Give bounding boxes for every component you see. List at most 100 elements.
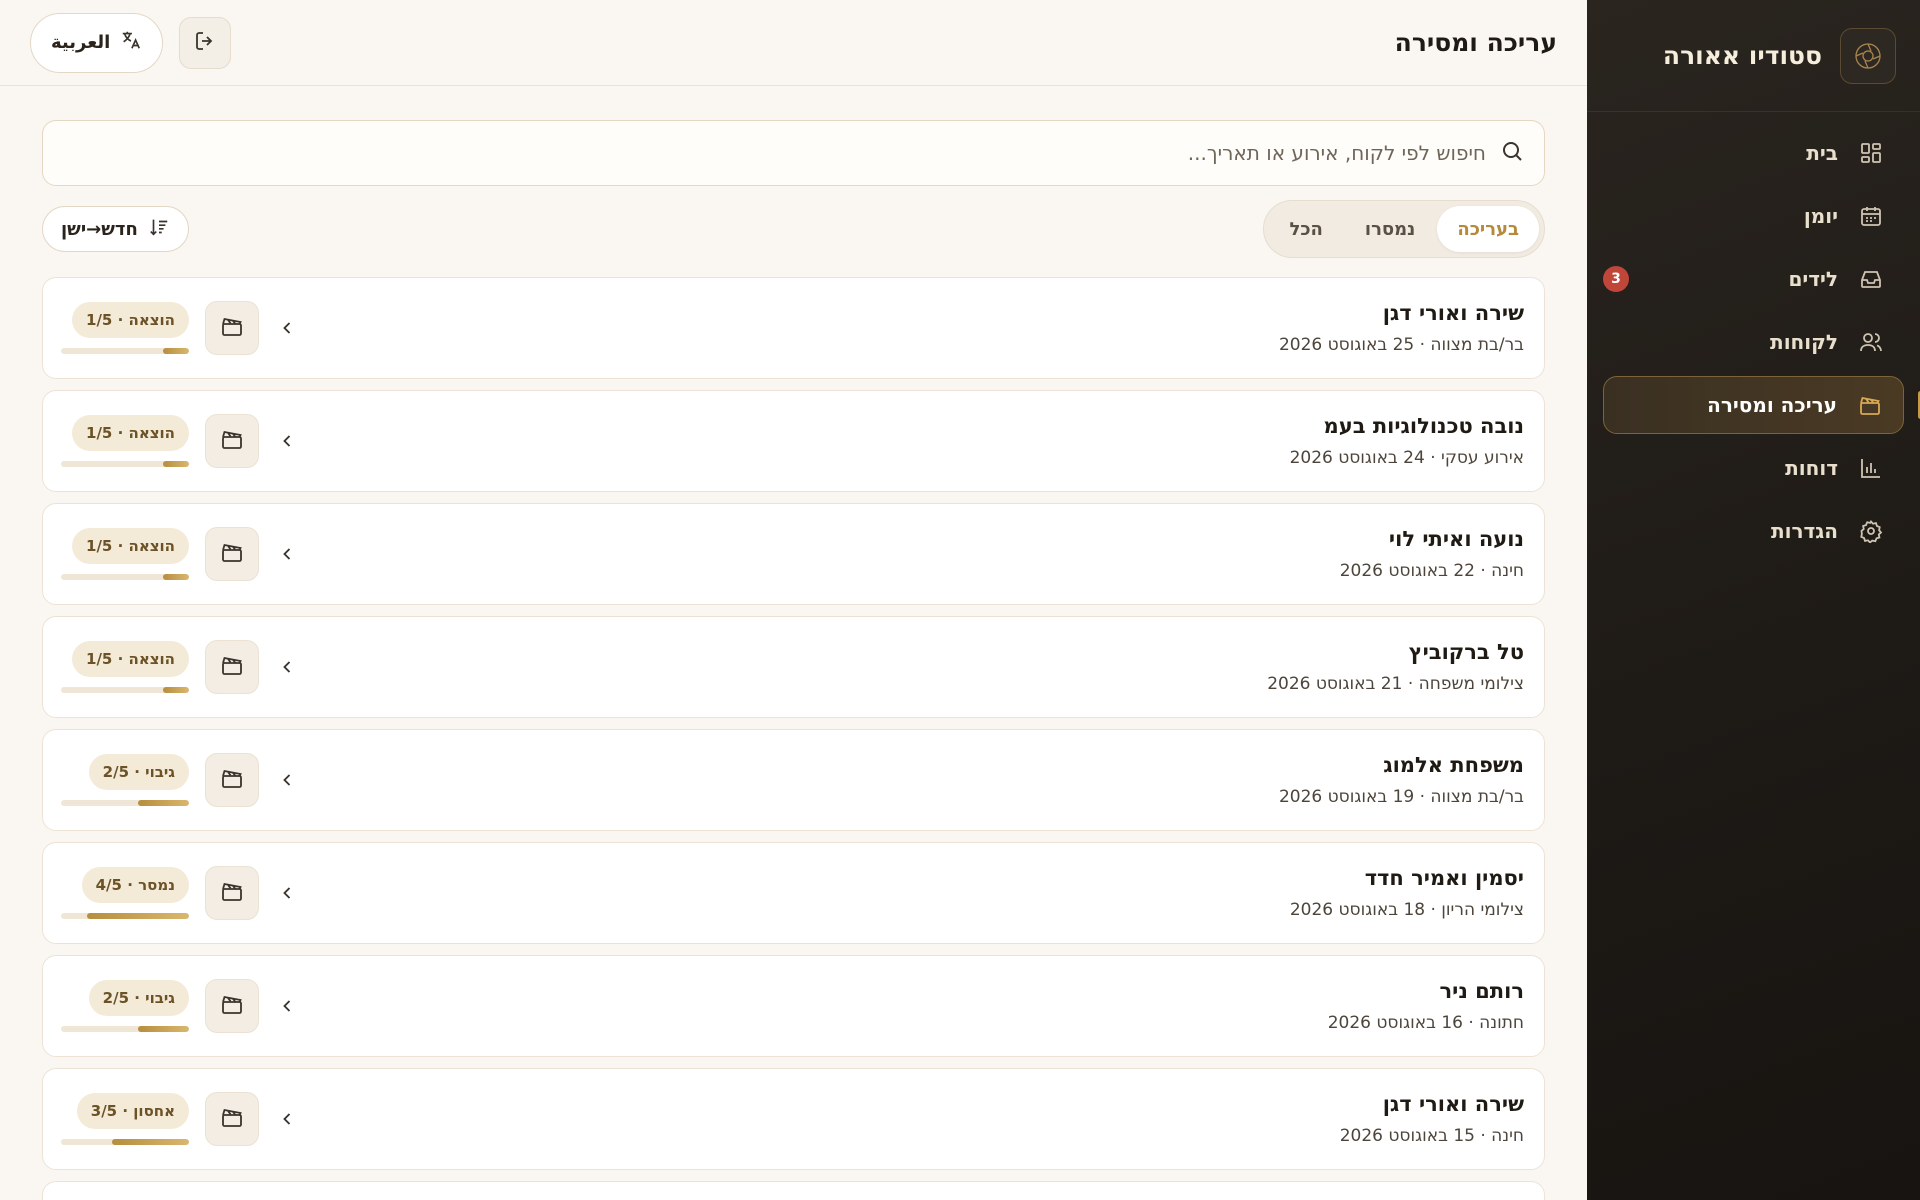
sidebar-item-label: בית	[1806, 141, 1838, 165]
chevron-left-icon[interactable]	[275, 768, 299, 792]
sidebar-item-label: עריכה ומסירה	[1707, 393, 1837, 417]
project-meta: צילומי הריון · 18 באוגוסט 2026	[1289, 900, 1524, 920]
status-block: הוצאה · 1/5	[61, 528, 189, 580]
language-label: العربية	[51, 32, 111, 53]
logout-icon	[193, 29, 217, 57]
progress-bar	[61, 800, 189, 806]
project-meta: אירוע עסקי · 24 באוגוסט 2026	[1289, 448, 1524, 468]
status-badge: הוצאה · 1/5	[72, 415, 189, 451]
project-actions: גיבוי · 2/5	[61, 753, 299, 807]
project-actions: הוצאה · 1/5	[61, 527, 299, 581]
clapperboard-icon	[220, 427, 244, 455]
open-editing-button[interactable]	[205, 979, 259, 1033]
sidebar-item-settings[interactable]: הגדרות	[1603, 502, 1904, 560]
clapperboard-icon	[1857, 392, 1883, 418]
chevron-left-icon[interactable]	[275, 994, 299, 1018]
project-name: משפחת אלמוג	[1383, 753, 1524, 777]
brand-logo-icon	[1840, 27, 1896, 84]
project-info: טל ברקוביץ צילומי משפחה · 21 באוגוסט 202…	[1267, 640, 1524, 694]
sidebar-item-calendar[interactable]: יומן	[1603, 187, 1904, 245]
chevron-left-icon[interactable]	[275, 429, 299, 453]
sidebar-item-label: לקוחות	[1770, 330, 1838, 354]
progress-fill	[137, 1026, 189, 1032]
project-info: משפחת אלמוג בר/בת מצווה · 19 באוגוסט 202…	[1279, 753, 1524, 807]
chevron-left-icon[interactable]	[275, 542, 299, 566]
project-name: רותם ניר	[1439, 979, 1524, 1003]
sort-label: חדש→ישן	[61, 218, 138, 240]
inbox-icon	[1858, 266, 1884, 292]
progress-bar	[61, 913, 189, 919]
page-title: עריכה ומסירה	[1394, 28, 1557, 57]
project-info: רותם ניר חתונה · 16 באוגוסט 2026	[1328, 979, 1524, 1033]
sidebar-item-reports[interactable]: דוחות	[1603, 439, 1904, 497]
tab-all[interactable]: הכל	[1269, 206, 1342, 252]
status-badge: אחסון · 3/5	[76, 1093, 189, 1129]
language-switch-button[interactable]: العربية	[30, 12, 164, 73]
project-meta: צילומי משפחה · 21 באוגוסט 2026	[1267, 674, 1524, 694]
main-content: עריכה ומסירה العربية בעריכה נמסרו הכל	[0, 0, 1587, 1200]
sidebar-item-editing-delivery[interactable]: עריכה ומסירה	[1603, 376, 1920, 434]
sidebar-item-leads[interactable]: לידים 3	[1603, 250, 1904, 308]
dashboard-icon	[1858, 140, 1884, 166]
progress-fill	[86, 913, 189, 919]
project-actions: הוצאה · 1/5	[61, 640, 299, 694]
open-editing-button[interactable]	[205, 414, 259, 468]
progress-bar	[61, 461, 189, 467]
project-info: נועה ואיתי לוי חינה · 22 באוגוסט 2026	[1340, 527, 1524, 581]
open-editing-button[interactable]	[205, 866, 259, 920]
open-editing-button[interactable]	[205, 1092, 259, 1146]
project-actions: אחסון · 3/5	[61, 1092, 299, 1146]
open-editing-button[interactable]	[205, 640, 259, 694]
project-actions: הוצאה · 1/5	[61, 301, 299, 355]
project-meta: חינה · 22 באוגוסט 2026	[1339, 561, 1524, 581]
tab-in-editing[interactable]: בעריכה	[1437, 206, 1539, 252]
sidebar-item-home[interactable]: בית	[1603, 124, 1904, 182]
logout-button[interactable]	[179, 16, 232, 69]
project-card[interactable]: משפחת אלמוג בר/בת מצווה · 19 באוגוסט 202…	[42, 729, 1545, 831]
progress-bar	[61, 574, 189, 580]
sidebar: סטודיו אאורה בית יומן לידים 3 לקוחות ערי…	[1587, 0, 1920, 1200]
open-editing-button[interactable]	[205, 301, 259, 355]
project-card[interactable]: רותם ניר חתונה · 16 באוגוסט 2026 גיבוי ·…	[42, 955, 1545, 1057]
project-card[interactable]: נועה ואיתי לוי חינה · 22 באוגוסט 2026 הו…	[42, 503, 1545, 605]
status-block: גיבוי · 2/5	[61, 754, 189, 806]
topbar: עריכה ומסירה العربية	[0, 0, 1587, 86]
project-card[interactable]: שירה ואורי דגן חינה · 15 באוגוסט 2026 אח…	[42, 1068, 1545, 1170]
open-editing-button[interactable]	[205, 753, 259, 807]
sidebar-nav: בית יומן לידים 3 לקוחות עריכה ומסירה דוח…	[1587, 112, 1920, 560]
progress-fill	[163, 461, 189, 467]
project-card[interactable]: טל ברקוביץ צילומי משפחה · 21 באוגוסט 202…	[42, 616, 1545, 718]
project-card[interactable]: יסמין ואמיר חדד צילומי הריון · 18 באוגוס…	[42, 842, 1545, 944]
progress-fill	[137, 800, 189, 806]
clapperboard-icon	[220, 766, 244, 794]
chevron-left-icon[interactable]	[275, 1107, 299, 1131]
project-card[interactable]: שירה ואורי דגן בר/בת מצווה · 25 באוגוסט …	[42, 277, 1545, 379]
status-block: אחסון · 3/5	[61, 1093, 189, 1145]
sort-button[interactable]: חדש→ישן	[42, 206, 189, 252]
chevron-left-icon[interactable]	[275, 655, 299, 679]
chevron-left-icon[interactable]	[275, 881, 299, 905]
open-editing-button[interactable]	[205, 527, 259, 581]
status-block: הוצאה · 1/5	[61, 302, 189, 354]
project-card-partial[interactable]	[42, 1181, 1545, 1200]
translate-icon	[120, 29, 142, 56]
sidebar-item-clients[interactable]: לקוחות	[1603, 313, 1904, 371]
project-info: שירה ואורי דגן חינה · 15 באוגוסט 2026	[1340, 1092, 1524, 1146]
project-name: טל ברקוביץ	[1408, 640, 1524, 664]
tab-delivered[interactable]: נמסרו	[1345, 206, 1435, 252]
leads-count-badge: 3	[1603, 266, 1629, 292]
project-card[interactable]: נובה טכנולוגיות בעמ אירוע עסקי · 24 באוג…	[42, 390, 1545, 492]
status-block: הוצאה · 1/5	[61, 641, 189, 693]
project-meta: חתונה · 16 באוגוסט 2026	[1327, 1013, 1524, 1033]
project-name: שירה ואורי דגן	[1382, 1092, 1524, 1116]
search-icon	[1500, 139, 1524, 167]
project-info: שירה ואורי דגן בר/בת מצווה · 25 באוגוסט …	[1279, 301, 1524, 355]
status-block: נמסר · 4/5	[61, 867, 189, 919]
clapperboard-icon	[220, 653, 244, 681]
chevron-left-icon[interactable]	[275, 316, 299, 340]
clapperboard-icon	[220, 314, 244, 342]
search-input[interactable]	[63, 141, 1486, 165]
project-info: יסמין ואמיר חדד צילומי הריון · 18 באוגוס…	[1290, 866, 1524, 920]
project-name: נועה ואיתי לוי	[1388, 527, 1524, 551]
sidebar-item-label: לידים	[1788, 267, 1838, 291]
